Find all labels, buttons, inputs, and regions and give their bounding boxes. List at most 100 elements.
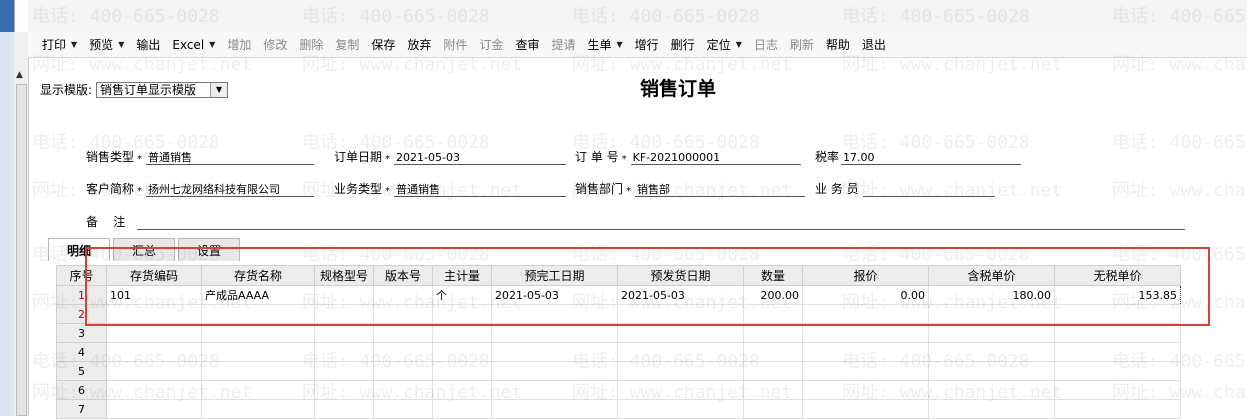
row-number[interactable]: 1 [56,285,107,305]
table-cell[interactable]: 200.00 [743,285,803,305]
dropdown-arrow-icon[interactable]: ▼ [118,40,124,49]
table-cell[interactable] [432,380,492,400]
toolbar-button-19[interactable]: 刷新 [784,34,820,56]
table-cell[interactable]: 个 [432,285,492,305]
table-cell[interactable] [201,304,315,324]
row-number[interactable]: 4 [56,342,107,362]
table-cell[interactable] [314,323,374,343]
customer-input[interactable]: 扬州七龙网络科技有限公司 [146,182,315,197]
toolbar-button-2[interactable]: 输出 [130,34,166,56]
table-cell[interactable] [106,380,202,400]
table-cell[interactable] [373,361,433,381]
table-cell[interactable] [802,361,929,381]
toolbar-button-6[interactable]: 删除 [293,34,329,56]
remark-input[interactable] [137,215,1186,230]
column-header[interactable]: 报价 [802,265,929,286]
column-header[interactable]: 预发货日期 [617,265,744,286]
table-cell[interactable] [928,323,1055,343]
column-header[interactable]: 预完工日期 [491,265,618,286]
table-cell[interactable] [314,361,374,381]
tab-0[interactable]: 明细 [48,238,111,261]
table-cell[interactable] [314,342,374,362]
table-cell[interactable] [802,304,929,324]
table-cell[interactable] [743,304,803,324]
table-cell[interactable] [373,342,433,362]
table-cell[interactable] [201,380,315,400]
order-date-input[interactable]: 2021-05-03 [394,150,567,165]
tab-1[interactable]: 汇总 [113,238,176,261]
table-cell[interactable] [1054,342,1181,362]
table-cell[interactable] [314,304,374,324]
table-cell[interactable] [743,342,803,362]
toolbar-button-4[interactable]: 增加 [221,34,257,56]
dropdown-arrow-icon[interactable]: ▼ [209,40,215,49]
table-cell[interactable] [802,380,929,400]
row-number[interactable]: 3 [56,323,107,343]
toolbar-button-17[interactable]: 定位 ▼ [701,34,748,56]
table-cell[interactable] [314,380,374,400]
scroll-up-icon[interactable]: ▲ [16,70,23,80]
table-cell[interactable] [743,323,803,343]
table-cell[interactable] [1054,304,1181,324]
table-cell[interactable]: 产成品AAAA [201,285,315,305]
table-cell[interactable] [491,342,618,362]
column-header[interactable]: 含税单价 [928,265,1055,286]
toolbar-button-12[interactable]: 查审 [509,34,545,56]
table-cell[interactable] [432,342,492,362]
toolbar-button-10[interactable]: 附件 [437,34,473,56]
tax-rate-input[interactable]: 17.00 [841,150,1022,165]
column-header[interactable]: 无税单价 [1054,265,1181,286]
template-select[interactable]: 销售订单显示模版 ▼ [96,81,229,98]
table-cell[interactable] [432,361,492,381]
toolbar-button-21[interactable]: 退出 [856,34,892,56]
table-cell[interactable] [1054,323,1181,343]
table-cell[interactable]: 2021-05-03 [491,285,618,305]
table-cell[interactable] [201,323,315,343]
toolbar-button-5[interactable]: 修改 [257,34,293,56]
table-cell[interactable] [314,285,374,305]
table-cell[interactable] [106,361,202,381]
toolbar-button-9[interactable]: 放弃 [401,34,437,56]
table-cell[interactable] [432,304,492,324]
table-cell[interactable] [491,323,618,343]
biz-type-input[interactable]: 普通销售 [394,182,567,197]
salesman-input[interactable] [862,182,995,197]
table-cell[interactable] [373,323,433,343]
table-cell[interactable] [928,380,1055,400]
table-cell[interactable] [802,323,929,343]
table-cell[interactable] [1054,380,1181,400]
scroll-thumb[interactable] [16,84,27,416]
dropdown-arrow-icon[interactable]: ▼ [736,40,742,49]
toolbar-button-11[interactable]: 订金 [473,34,509,56]
table-cell[interactable] [617,323,744,343]
toolbar-button-1[interactable]: 预览 ▼ [83,34,130,56]
table-cell[interactable] [491,304,618,324]
column-header[interactable]: 主计量 [432,265,492,286]
table-cell[interactable] [201,361,315,381]
toolbar-button-3[interactable]: Excel ▼ [166,34,221,56]
toolbar-button-18[interactable]: 日志 [748,34,784,56]
table-cell[interactable] [432,323,492,343]
toolbar-button-20[interactable]: 帮助 [820,34,856,56]
table-cell[interactable] [491,380,618,400]
table-cell[interactable] [802,342,929,362]
dept-input[interactable]: 销售部 [635,182,806,197]
toolbar-button-15[interactable]: 增行 [629,34,665,56]
row-number[interactable]: 2 [56,304,107,324]
dropdown-arrow-icon[interactable]: ▼ [616,40,622,49]
table-cell[interactable]: 101 [106,285,202,305]
dropdown-arrow-icon[interactable]: ▼ [71,40,77,49]
table-cell[interactable] [373,380,433,400]
column-header[interactable]: 版本号 [373,265,433,286]
table-cell[interactable] [106,304,202,324]
vertical-scrollbar[interactable]: ▲ [14,32,29,416]
table-cell[interactable] [373,285,433,305]
chevron-down-icon[interactable]: ▼ [210,82,228,97]
table-cell[interactable] [617,380,744,400]
toolbar-button-16[interactable]: 删行 [665,34,701,56]
table-cell[interactable]: 180.00 [928,285,1055,305]
table-cell[interactable] [617,342,744,362]
column-header[interactable]: 存货名称 [201,265,315,286]
row-number[interactable]: 6 [56,380,107,400]
table-cell[interactable] [1054,361,1181,381]
